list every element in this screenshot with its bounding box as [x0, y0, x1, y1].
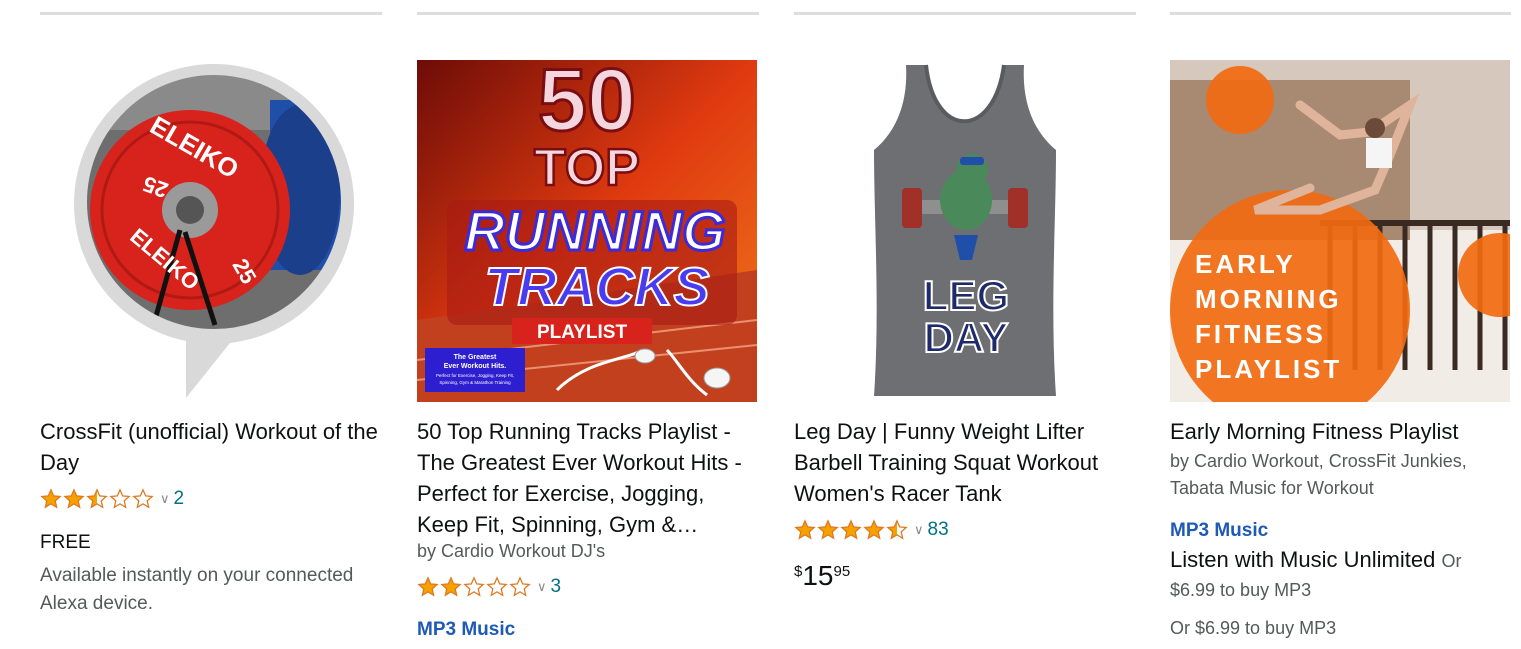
star-icon	[840, 519, 862, 540]
price-whole: 15	[802, 560, 834, 591]
star-icon	[863, 519, 885, 540]
cover-text-playlist: PLAYLIST	[1195, 354, 1342, 384]
album-cover-running-tracks: 50 TOP RUNNING TRACKS PLAYLIST The Great…	[416, 49, 758, 402]
cover-badge-line3: Perfect for Exercise, Jogging, Keep Fit,	[436, 373, 514, 378]
star-rating	[417, 576, 531, 598]
album-cover-early-morning: EARLY MORNING FITNESS PLAYLIST	[1170, 60, 1521, 430]
star-icon	[40, 488, 62, 509]
product-byline: by Cardio Workout, CrossFit Junkies, Tab…	[1170, 451, 1467, 498]
cover-text-early: EARLY	[1195, 249, 1296, 279]
cover-text-fitness: FITNESS	[1195, 319, 1326, 349]
product-title[interactable]: Early Morning Fitness Playlist	[1170, 416, 1510, 447]
alexa-skill-bubble-icon: ELEIKO 25 ELEIKO 25	[74, 64, 354, 398]
availability-text: Available instantly on your connected Al…	[40, 565, 354, 614]
star-icon	[440, 576, 462, 597]
chevron-down-icon[interactable]: ∨	[914, 522, 924, 538]
star-icon	[886, 519, 908, 540]
star-icon	[509, 576, 531, 597]
star-icon	[463, 576, 485, 597]
chevron-down-icon[interactable]: ∨	[537, 579, 547, 595]
product-image-crossfit[interactable]: ELEIKO 25 ELEIKO 25	[40, 60, 380, 402]
card-divider	[40, 12, 382, 15]
product-image-running-tracks[interactable]: 50 TOP RUNNING TRACKS PLAYLIST The Great…	[416, 49, 758, 402]
cover-text-tracks: TRACKS	[485, 257, 710, 317]
cover-text-top: TOP	[534, 139, 640, 197]
shirt-text-day: DAY	[924, 314, 1009, 361]
chevron-down-icon[interactable]: ∨	[160, 491, 170, 507]
star-icon	[63, 488, 85, 509]
rating-count-link[interactable]: 3	[551, 576, 562, 598]
cover-badge-line4: Spinning, Gym & Marathon Training	[439, 380, 511, 385]
product-rating[interactable]: ∨ 3	[417, 573, 561, 601]
product-card-leg-day: LEG DAY Leg Day | Funny Weight Lifter Ba…	[794, 0, 1136, 649]
format-link[interactable]: MP3 Music	[417, 619, 515, 641]
product-title[interactable]: 50 Top Running Tracks Playlist - The Gre…	[417, 416, 757, 540]
product-rating[interactable]: ∨ 2	[40, 485, 184, 513]
card-divider	[794, 12, 1136, 15]
star-icon	[817, 519, 839, 540]
buy-mp3-link[interactable]: Or $6.99 to buy MP3	[1170, 618, 1336, 639]
star-rating	[40, 488, 154, 510]
star-rating	[794, 519, 908, 541]
card-divider	[1170, 12, 1511, 15]
cover-text-running: RUNNING	[464, 199, 725, 262]
product-rating[interactable]: ∨ 83	[794, 516, 949, 544]
card-divider	[417, 12, 759, 15]
product-title[interactable]: CrossFit (unofficial) Workout of the Day	[40, 416, 380, 478]
price-free: FREE	[40, 532, 91, 553]
cover-badge-line2: Ever Workout Hits.	[444, 363, 507, 370]
listen-unlimited-label[interactable]: Listen with Music Unlimited	[1170, 547, 1435, 572]
shirt-text-leg: LEG	[923, 272, 1009, 319]
price-symbol: $	[794, 563, 803, 580]
buy-mp3-price[interactable]: $6.99 to buy MP3	[1170, 580, 1311, 601]
star-icon	[794, 519, 816, 540]
product-image-leg-day[interactable]: LEG DAY	[794, 60, 1134, 402]
product-card-running-tracks: 50 TOP RUNNING TRACKS PLAYLIST The Great…	[416, 0, 759, 649]
product-image-early-morning[interactable]: EARLY MORNING FITNESS PLAYLIST	[1170, 60, 1521, 430]
cover-badge-line1: The Greatest	[454, 354, 497, 361]
cover-text-morning: MORNING	[1195, 284, 1342, 314]
listen-or-text: Or	[1441, 551, 1462, 571]
price-fraction: 95	[833, 563, 851, 580]
format-link[interactable]: MP3 Music	[1170, 520, 1268, 542]
product-title[interactable]: Leg Day | Funny Weight Lifter Barbell Tr…	[794, 416, 1134, 509]
cover-text-playlist: PLAYLIST	[537, 322, 627, 343]
star-icon	[486, 576, 508, 597]
rating-count-link[interactable]: 2	[174, 488, 185, 510]
star-icon	[109, 488, 131, 509]
product-card-early-morning: EARLY MORNING FITNESS PLAYLIST Early Mor…	[1170, 0, 1521, 649]
cover-text-50: 50	[538, 60, 636, 149]
product-card-crossfit: ELEIKO 25 ELEIKO 25 CrossFit (unofficial…	[40, 0, 382, 649]
tank-top-image: LEG DAY	[794, 60, 1134, 402]
rating-count-link[interactable]: 83	[928, 519, 949, 541]
star-icon	[86, 488, 108, 509]
star-icon	[132, 488, 154, 509]
star-icon	[417, 576, 439, 597]
listen-unlimited[interactable]: Listen with Music Unlimited Or	[1170, 547, 1461, 573]
product-price: $1595	[794, 560, 850, 592]
product-byline: by Cardio Workout DJ's	[417, 541, 606, 561]
